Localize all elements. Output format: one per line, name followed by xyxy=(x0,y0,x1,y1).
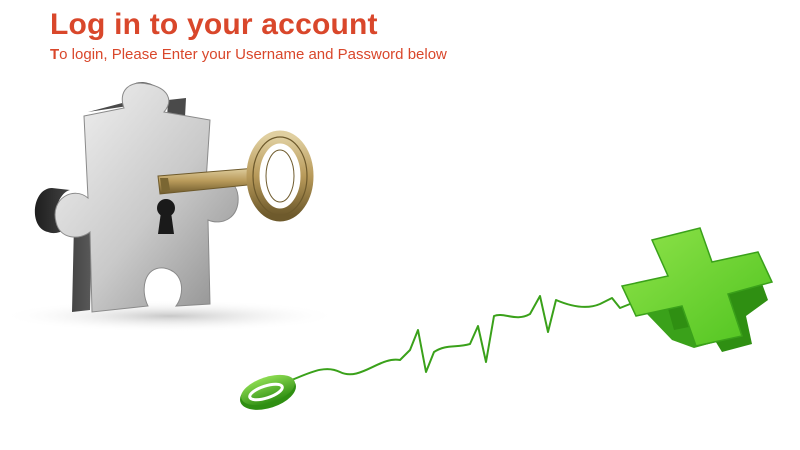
computer-mouse-icon xyxy=(240,374,296,410)
illustration-canvas xyxy=(0,82,774,410)
login-page: Log in to your account To login, Please … xyxy=(0,0,800,450)
green-plus-cross-icon xyxy=(620,227,774,352)
puzzle-piece-with-key-icon xyxy=(0,82,340,332)
